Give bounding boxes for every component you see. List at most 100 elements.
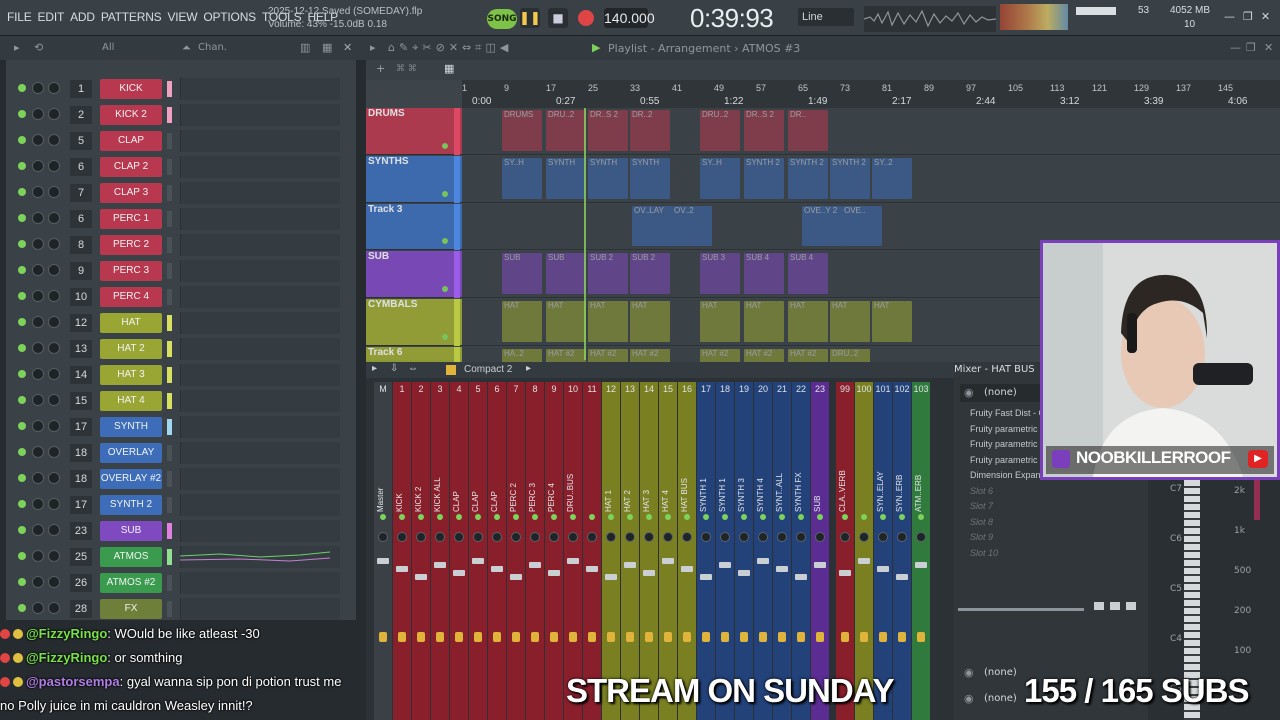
channel-select-indicator[interactable]: [167, 393, 172, 409]
mixer-strip-led[interactable]: [494, 514, 500, 520]
mixer-strip-led[interactable]: [861, 514, 867, 520]
timeline-ruler[interactable]: 1 9 17 25 33 41 49 57 65 73 81 89 97 105 113 121 129 137 1…: [462, 80, 1280, 108]
channel-mute-led[interactable]: [18, 188, 26, 196]
channel-step-area[interactable]: [180, 598, 340, 620]
add-track-icon[interactable]: +: [376, 62, 385, 75]
mixer-pan-knob[interactable]: [815, 532, 825, 542]
mixer-strip[interactable]: 17 SYNTH 1: [697, 382, 715, 720]
eq-band-handle[interactable]: [1126, 602, 1136, 610]
channel-name-button[interactable]: CLAP 2: [100, 157, 162, 177]
snap-selector[interactable]: Line: [798, 8, 854, 26]
channel-select-indicator[interactable]: [167, 107, 172, 123]
channel-mixer-track[interactable]: 28: [70, 600, 92, 618]
effect-slot[interactable]: Slot 8: [956, 515, 1142, 531]
pattern-clip[interactable]: OVE..: [842, 206, 882, 246]
mixer-route-icon[interactable]: [740, 632, 748, 642]
channel-name-button[interactable]: OVERLAY: [100, 443, 162, 463]
pattern-clip[interactable]: HAT: [744, 301, 784, 342]
channel-volume-knob[interactable]: [48, 316, 60, 328]
channel-pan-knob[interactable]: [32, 238, 44, 250]
mixer-strip[interactable]: 18 SYNTH 1: [716, 382, 734, 720]
channel-mute-led[interactable]: [18, 214, 26, 222]
channel-select-indicator[interactable]: [167, 367, 172, 383]
mixer-strip-led[interactable]: [798, 514, 804, 520]
channel-mixer-track[interactable]: 8: [70, 236, 92, 254]
channel-mute-led[interactable]: [18, 292, 26, 300]
mixer-route-icon[interactable]: [588, 632, 596, 642]
mixer-fader-handle[interactable]: [814, 562, 826, 568]
mixer-strip-led[interactable]: [532, 514, 538, 520]
mixer-strip[interactable]: 3 KICK ALL: [431, 382, 449, 720]
channel-mute-led[interactable]: [18, 344, 26, 352]
mixer-pan-knob[interactable]: [454, 532, 464, 542]
channel-volume-knob[interactable]: [48, 602, 60, 614]
channel-volume-knob[interactable]: [48, 160, 60, 172]
mixer-strip-led[interactable]: [380, 514, 386, 520]
playlist-track-header[interactable]: CYMBALS: [366, 299, 462, 346]
channel-mixer-track[interactable]: 5: [70, 132, 92, 150]
mixer-route-icon[interactable]: [569, 632, 577, 642]
channel-select-indicator[interactable]: [167, 211, 172, 227]
pattern-clip[interactable]: DR..2: [630, 110, 670, 151]
rack-close-icon[interactable]: ✕: [343, 41, 352, 54]
channel-mixer-track[interactable]: 12: [70, 314, 92, 332]
channel-mixer-track[interactable]: 17: [70, 418, 92, 436]
channel-pan-knob[interactable]: [32, 160, 44, 172]
mixer-route-icon[interactable]: [531, 632, 539, 642]
channel-step-area[interactable]: [180, 130, 340, 152]
playlist-restore-icon[interactable]: ❐: [1246, 41, 1256, 54]
graph-icon[interactable]: ▥: [300, 41, 310, 54]
mixer-pan-knob[interactable]: [663, 532, 673, 542]
pattern-clip[interactable]: DR..S 2: [744, 110, 784, 151]
channel-select-indicator[interactable]: [167, 263, 172, 279]
channel-mute-led[interactable]: [18, 500, 26, 508]
channel-volume-knob[interactable]: [48, 524, 60, 536]
channel-volume-knob[interactable]: [48, 394, 60, 406]
channel-mixer-track[interactable]: 17: [70, 496, 92, 514]
channel-select-indicator[interactable]: [167, 315, 172, 331]
pattern-clip[interactable]: DRU..2: [700, 110, 740, 151]
channel-step-area[interactable]: [180, 260, 340, 282]
mixer-strip-led[interactable]: [760, 514, 766, 520]
tempo-display[interactable]: 140.000: [604, 8, 655, 28]
channel-mute-led[interactable]: [18, 396, 26, 404]
mixer-pan-knob[interactable]: [435, 532, 445, 542]
channel-name-button[interactable]: PERC 3: [100, 261, 162, 281]
mixer-arrow-icon[interactable]: ▸: [372, 363, 377, 374]
record-icon[interactable]: [578, 10, 594, 26]
channel-volume-knob[interactable]: [48, 420, 60, 432]
mixer-fader-handle[interactable]: [396, 566, 408, 572]
pattern-clip[interactable]: SYNTH 2: [830, 158, 870, 199]
channel-mute-led[interactable]: [18, 578, 26, 586]
mixer-fader-handle[interactable]: [491, 566, 503, 572]
channel-step-area[interactable]: [180, 312, 340, 334]
eq-band-faders[interactable]: [1094, 602, 1140, 614]
mixer-route-icon[interactable]: [455, 632, 463, 642]
mixer-strip[interactable]: 100: [855, 382, 873, 720]
mixer-strip-led[interactable]: [817, 514, 823, 520]
pattern-clip[interactable]: HAT: [502, 301, 542, 342]
mixer-strip[interactable]: 8 PERC 3: [526, 382, 544, 720]
mixer-fader-handle[interactable]: [795, 574, 807, 580]
mixer-pan-knob[interactable]: [473, 532, 483, 542]
pattern-clip[interactable]: SYNTH: [630, 158, 670, 199]
pattern-clip[interactable]: SUB 2: [630, 253, 670, 294]
channel-volume-knob[interactable]: [48, 472, 60, 484]
mixer-pan-knob[interactable]: [511, 532, 521, 542]
chat-username[interactable]: @FizzyRingo: [26, 650, 107, 665]
mixer-strip-led[interactable]: [437, 514, 443, 520]
mixer-ruler-icon[interactable]: ⇔: [408, 363, 418, 374]
track-enable-led[interactable]: [442, 238, 448, 244]
channel-pan-knob[interactable]: [32, 498, 44, 510]
mixer-strip[interactable]: 2 KICK 2: [412, 382, 430, 720]
channel-pan-knob[interactable]: [32, 290, 44, 302]
mixer-strip-led[interactable]: [513, 514, 519, 520]
mixer-fader-handle[interactable]: [624, 562, 636, 568]
channel-mute-led[interactable]: [18, 474, 26, 482]
mixer-strip[interactable]: 20 SYNTH 4: [754, 382, 772, 720]
mixer-strip-led[interactable]: [418, 514, 424, 520]
channel-name-button[interactable]: FX: [100, 599, 162, 619]
channel-select-indicator[interactable]: [167, 419, 172, 435]
mixer-fader-handle[interactable]: [643, 570, 655, 576]
playlist-track-header[interactable]: SYNTHS: [366, 156, 462, 203]
